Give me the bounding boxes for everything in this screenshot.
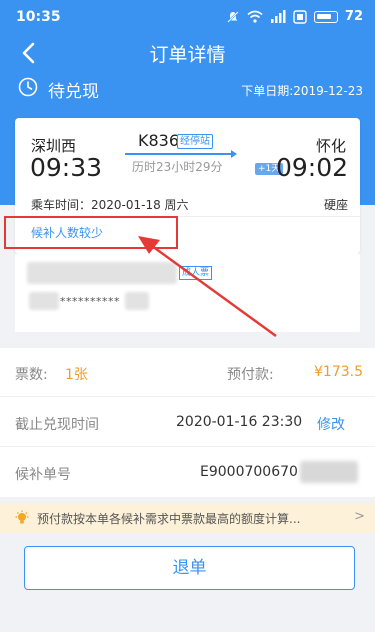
annotation-arrow <box>138 236 277 337</box>
prepay-label: 预付款: <box>227 367 274 383</box>
tickets-prepay-row: 票数: 1张 预付款: ¥173.5 <box>0 348 375 397</box>
deadline-label: 截止兑现时间 <box>15 417 99 433</box>
notice-text: 预付款按本单各候补需求中票款最高的额度计算... <box>37 512 301 526</box>
tickets-label: 票数: <box>15 367 48 383</box>
refund-button[interactable]: 退单 <box>24 546 355 590</box>
bulb-icon <box>15 510 29 524</box>
order-number-redacted <box>300 461 358 483</box>
order-info-section: 票数: 1张 预付款: ¥173.5 截止兑现时间 2020-01-16 23:… <box>0 348 375 497</box>
deadline-value: 2020-01-16 23:30 <box>176 414 303 430</box>
deadline-row: 截止兑现时间 2020-01-16 23:30 修改 <box>0 398 375 447</box>
prepay-value: ¥173.5 <box>314 364 363 380</box>
order-number-row: 候补单号 E9000700670 <box>0 448 375 497</box>
tickets-value: 1张 <box>65 367 88 383</box>
prepay-notice-bar[interactable]: 预付款按本单各候补需求中票款最高的额度计算... > <box>0 503 375 533</box>
chevron-right-icon: > <box>354 509 365 524</box>
modify-button[interactable]: 修改 <box>317 414 345 434</box>
order-number-label: 候补单号 <box>15 467 71 483</box>
order-number-value: E9000700670 <box>200 464 298 480</box>
